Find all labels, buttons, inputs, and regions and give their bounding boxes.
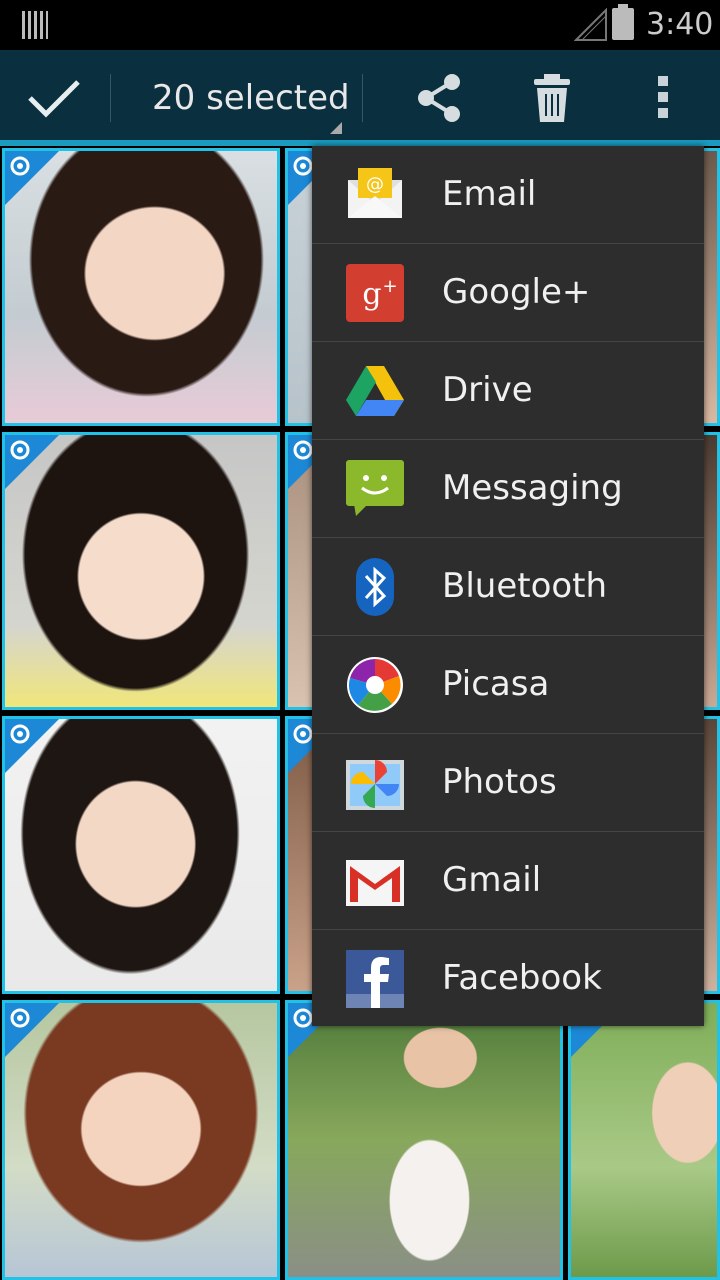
photo-thumbnail[interactable]: [2, 1000, 280, 1280]
share-option-label: Facebook: [442, 958, 602, 998]
photo-thumbnail[interactable]: [568, 1000, 720, 1280]
camera-icon: [10, 724, 30, 744]
share-option-label: Bluetooth: [442, 566, 608, 606]
share-option-messaging[interactable]: Messaging: [312, 440, 704, 538]
signal-icon: [574, 8, 607, 41]
share-option-email[interactable]: @ Email: [312, 146, 704, 244]
camera-icon: [10, 156, 30, 176]
bluetooth-icon: [356, 558, 394, 616]
facebook-icon: [346, 950, 404, 1008]
camera-icon: [10, 1008, 30, 1028]
share-option-label: Gmail: [442, 860, 542, 900]
drive-icon: [346, 366, 404, 416]
picasa-icon: [347, 657, 403, 713]
overflow-menu-icon[interactable]: [648, 76, 678, 120]
camera-icon: [293, 440, 313, 460]
share-option-label: Drive: [442, 370, 533, 410]
share-menu-popup: @ Email g + Google+ Drive Messaging Blue…: [312, 146, 704, 1026]
barcode-notification-icon: [22, 11, 48, 39]
photo-thumbnail[interactable]: [2, 432, 280, 710]
email-icon: @: [348, 168, 402, 218]
trash-icon[interactable]: [530, 72, 574, 124]
dropdown-indicator-icon: [330, 122, 342, 134]
divider: [362, 74, 363, 122]
photo-thumbnail[interactable]: [2, 148, 280, 426]
contextual-action-bar: 20 selected: [0, 50, 720, 142]
camera-icon: [293, 1008, 313, 1028]
share-option-label: Photos: [442, 762, 557, 802]
share-option-label: Google+: [442, 272, 591, 312]
photos-icon: [346, 760, 404, 810]
status-bar: 3:40: [0, 0, 720, 50]
photo-thumbnail[interactable]: [2, 716, 280, 994]
google-plus-icon: g +: [346, 264, 404, 322]
gmail-icon: [346, 860, 404, 906]
divider: [110, 74, 111, 122]
share-option-label: Messaging: [442, 468, 623, 508]
photo-thumbnail[interactable]: [285, 1000, 563, 1280]
camera-icon: [10, 440, 30, 460]
camera-icon: [293, 724, 313, 744]
svg-text:+: +: [382, 276, 397, 297]
selected-count[interactable]: 20 selected: [152, 78, 350, 118]
share-option-label: Picasa: [442, 664, 550, 704]
share-option-gmail[interactable]: Gmail: [312, 832, 704, 930]
messaging-icon: [346, 460, 404, 516]
share-option-photos[interactable]: Photos: [312, 734, 704, 832]
share-icon[interactable]: [414, 72, 466, 124]
share-option-drive[interactable]: Drive: [312, 342, 704, 440]
share-option-google-plus[interactable]: g + Google+: [312, 244, 704, 342]
share-option-picasa[interactable]: Picasa: [312, 636, 704, 734]
battery-icon: [612, 4, 634, 40]
camera-icon: [293, 156, 313, 176]
share-option-facebook[interactable]: Facebook: [312, 930, 704, 1028]
svg-text:g: g: [362, 277, 381, 312]
checkmark-icon[interactable]: [26, 76, 82, 120]
status-time: 3:40: [646, 7, 714, 42]
svg-text:@: @: [366, 174, 384, 195]
share-option-bluetooth[interactable]: Bluetooth: [312, 538, 704, 636]
share-option-label: Email: [442, 174, 537, 214]
